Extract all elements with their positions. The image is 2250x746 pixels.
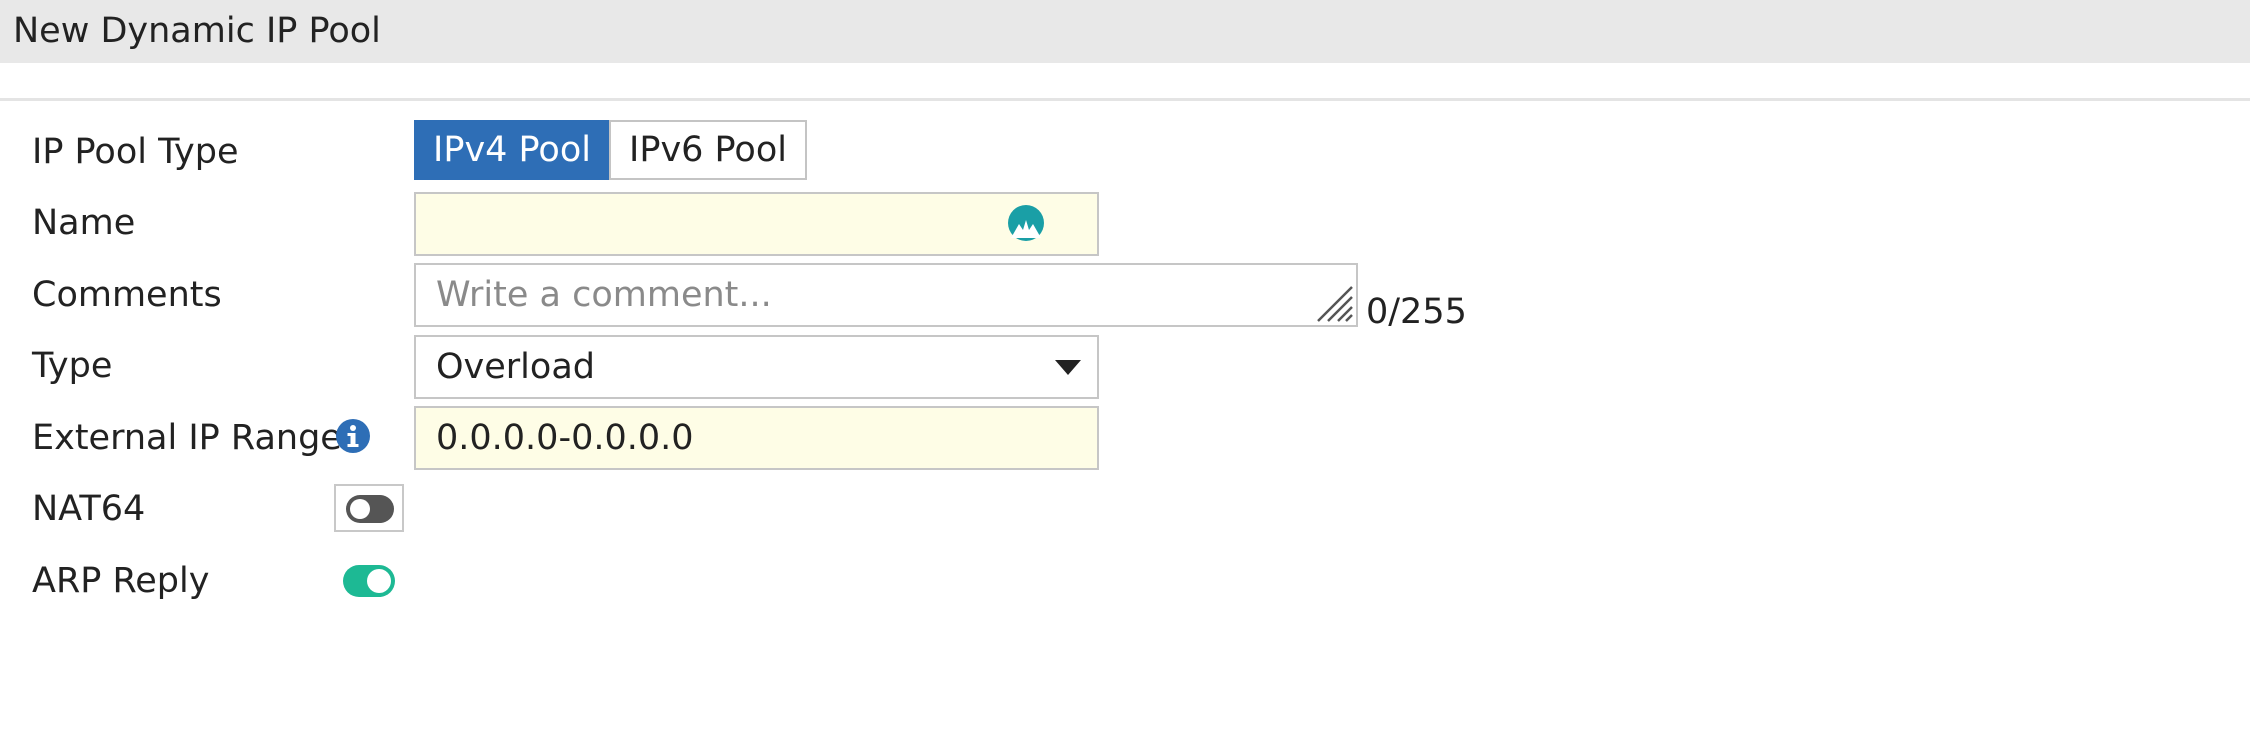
ipv4-pool-button[interactable]: IPv4 Pool <box>414 120 610 180</box>
caret-down-icon <box>1055 360 1081 375</box>
comment-textarea[interactable]: Write a comment... <box>414 263 1358 327</box>
nat64-label: NAT64 <box>32 489 146 529</box>
arp-reply-toggle[interactable] <box>343 565 395 597</box>
comments-label: Comments <box>32 275 222 315</box>
arp-reply-toggle-knob <box>367 569 391 593</box>
comment-char-counter: 0/255 <box>1366 292 1467 332</box>
nat64-toggle-track <box>346 495 394 523</box>
arp-reply-label: ARP Reply <box>32 561 210 601</box>
resize-grip-icon[interactable] <box>1314 283 1354 323</box>
type-label: Type <box>32 346 113 386</box>
external-ip-range-label: External IP Range <box>32 418 342 458</box>
nat64-toggle-knob <box>350 499 370 519</box>
info-icon[interactable] <box>335 418 371 454</box>
page-title: New Dynamic IP Pool <box>13 11 381 51</box>
header-divider <box>0 98 2250 101</box>
name-input[interactable] <box>414 192 1099 256</box>
dialog-header: New Dynamic IP Pool <box>0 0 2250 63</box>
external-ip-range-input[interactable]: 0.0.0.0-0.0.0.0 <box>414 406 1099 470</box>
external-ip-range-value: 0.0.0.0-0.0.0.0 <box>436 418 694 458</box>
type-select[interactable]: Overload <box>414 335 1099 399</box>
avatar-icon[interactable] <box>1007 204 1045 242</box>
ipv6-pool-button[interactable]: IPv6 Pool <box>609 120 807 180</box>
nat64-toggle[interactable] <box>334 484 404 532</box>
name-label: Name <box>32 203 136 243</box>
ip-pool-type-label: IP Pool Type <box>32 132 239 172</box>
